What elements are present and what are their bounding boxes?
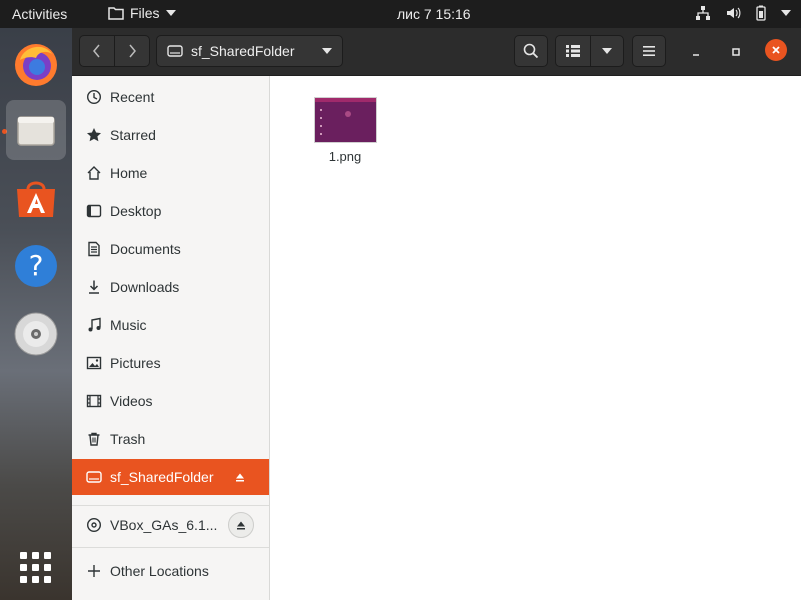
search-button[interactable] <box>514 35 548 67</box>
sidebar-item-label: Documents <box>110 241 181 257</box>
main-menu-button[interactable] <box>632 35 666 67</box>
header-bar: sf_SharedFolder <box>72 28 801 76</box>
top-bar: Activities Files лис 7 15:16 <box>0 0 801 28</box>
clock[interactable]: лис 7 15:16 <box>397 6 471 22</box>
sidebar-item-shared-folder[interactable]: sf_SharedFolder <box>72 459 269 495</box>
sidebar-item-label: Trash <box>110 431 146 447</box>
search-icon <box>523 43 539 59</box>
chevron-down-icon <box>165 10 176 16</box>
sidebar-item-label: Starred <box>110 127 156 143</box>
software-launcher[interactable] <box>6 168 66 228</box>
hamburger-icon <box>643 46 655 56</box>
minimize-button[interactable] <box>684 42 708 62</box>
file-view[interactable]: 1.png <box>270 76 801 600</box>
forward-button[interactable] <box>114 35 150 67</box>
music-icon <box>88 317 101 332</box>
sidebar-item-label: Pictures <box>110 355 161 371</box>
network-icon <box>696 6 710 20</box>
chevron-left-icon <box>93 44 100 58</box>
app-grid-icon <box>20 552 51 583</box>
chevron-right-icon <box>129 44 136 58</box>
desktop-icon <box>86 204 102 218</box>
eject-button[interactable] <box>228 465 252 489</box>
sidebar-item-label: Videos <box>110 393 153 409</box>
home-icon <box>87 166 101 180</box>
document-icon <box>88 241 100 257</box>
dock: ? <box>0 28 72 600</box>
sidebar-separator <box>72 547 269 548</box>
eject-icon <box>237 521 245 530</box>
sidebar-item-label: Downloads <box>110 279 180 295</box>
sidebar-item-downloads[interactable]: Downloads <box>72 269 269 305</box>
eject-icon <box>236 473 244 482</box>
disc-launcher[interactable] <box>6 304 66 364</box>
download-icon <box>89 280 99 294</box>
back-button[interactable] <box>79 35 115 67</box>
volume-icon <box>727 7 741 19</box>
help-icon: ? <box>15 245 57 287</box>
sidebar-item-trash[interactable]: Trash <box>72 421 269 457</box>
sidebar-item-label: VBox_GAs_6.1... <box>110 517 218 533</box>
software-store-icon <box>17 181 55 217</box>
files-launcher[interactable] <box>6 100 66 160</box>
sidebar-item-vbox[interactable]: VBox_GAs_6.1... <box>72 506 269 544</box>
file-thumbnail <box>313 97 377 143</box>
firefox-launcher[interactable] <box>6 34 66 94</box>
sidebar-item-other-locations[interactable]: Other Locations <box>72 553 269 589</box>
sidebar-item-desktop[interactable]: Desktop <box>72 193 269 229</box>
disc-icon <box>86 517 102 533</box>
app-menu-label: Files <box>130 5 160 21</box>
sidebar-item-music[interactable]: Music <box>72 307 269 343</box>
picture-icon <box>86 356 102 370</box>
sidebar-item-documents[interactable]: Documents <box>72 231 269 267</box>
help-launcher[interactable]: ? <box>6 236 66 296</box>
sidebar: Recent Starred Home Desktop Documents Do… <box>72 76 270 600</box>
maximize-button[interactable] <box>724 42 748 62</box>
drive-icon <box>167 45 183 57</box>
files-icon <box>17 116 55 146</box>
drive-icon <box>86 471 102 483</box>
list-view-icon <box>566 45 580 57</box>
sidebar-item-label: Music <box>110 317 147 333</box>
sidebar-item-starred[interactable]: Starred <box>72 117 269 153</box>
chevron-down-icon <box>602 48 612 54</box>
clock-icon <box>86 89 102 105</box>
sidebar-item-label: sf_SharedFolder <box>110 469 214 485</box>
sidebar-item-label: Desktop <box>110 203 162 219</box>
sidebar-item-home[interactable]: Home <box>72 155 269 191</box>
view-options-button[interactable] <box>590 35 624 67</box>
chevron-down-icon <box>781 10 791 16</box>
sidebar-item-label: Home <box>110 165 148 181</box>
battery-icon <box>756 5 766 21</box>
maximize-icon <box>732 48 740 56</box>
app-menu[interactable]: Files <box>108 5 176 21</box>
minimize-icon <box>693 54 699 56</box>
activities-button[interactable]: Activities <box>12 6 67 22</box>
system-menu[interactable] <box>695 5 791 21</box>
sidebar-item-recent[interactable]: Recent <box>72 79 269 115</box>
sidebar-item-label: Recent <box>110 89 155 105</box>
chevron-down-icon <box>322 48 332 54</box>
path-bar-button[interactable]: sf_SharedFolder <box>156 35 343 67</box>
star-icon <box>87 128 101 142</box>
sidebar-item-videos[interactable]: Videos <box>72 383 269 419</box>
show-apps-button[interactable] <box>6 538 66 598</box>
sidebar-item-label: Other Locations <box>110 563 209 579</box>
trash-icon <box>88 432 100 446</box>
close-icon <box>772 46 780 54</box>
video-icon <box>86 394 102 408</box>
folder-icon <box>108 7 124 20</box>
plus-icon <box>88 565 100 577</box>
view-toggle-button[interactable] <box>555 35 591 67</box>
firefox-icon <box>15 44 57 86</box>
file-item[interactable]: 1.png <box>312 97 378 164</box>
disc-icon <box>14 312 58 356</box>
sidebar-item-pictures[interactable]: Pictures <box>72 345 269 381</box>
svg-text:?: ? <box>29 249 44 282</box>
close-button[interactable] <box>765 39 787 61</box>
path-bar-label: sf_SharedFolder <box>191 43 295 59</box>
eject-button[interactable] <box>228 512 254 538</box>
file-name: 1.png <box>328 149 362 164</box>
